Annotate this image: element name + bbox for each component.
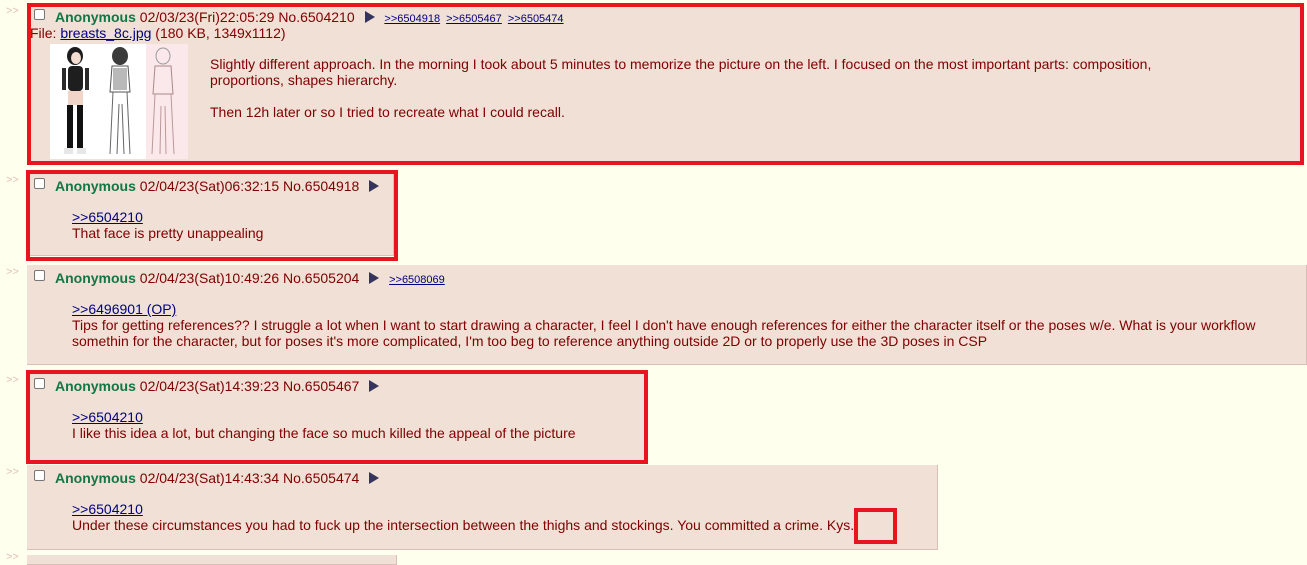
post-datetime: 02/04/23(Sat)14:39:23 <box>139 378 280 394</box>
post-checkbox[interactable] <box>34 378 45 389</box>
post-number[interactable]: No.6504918 <box>283 178 359 194</box>
side-arrows: >> <box>6 5 19 17</box>
message-text-kys: Kys. <box>826 517 855 533</box>
side-arrows: >> <box>6 174 19 186</box>
backlink[interactable]: >>6504918 <box>384 13 440 25</box>
backlink[interactable]: >>6508069 <box>389 274 445 286</box>
post-number[interactable]: No.6505474 <box>283 470 359 486</box>
post-6505474: Anonymous 02/04/23(Sat)14:43:34 No.65054… <box>27 465 938 550</box>
message-line: I like this idea a lot, but changing the… <box>72 425 576 441</box>
post-info: Anonymous 02/04/23(Sat)14:39:23 No.65054… <box>55 378 380 394</box>
message-text: Under these circumstances you had to fuc… <box>72 517 827 533</box>
post-menu-icon[interactable] <box>369 272 380 284</box>
message-line: Slightly different approach. In the morn… <box>210 56 1152 72</box>
post-info: Anonymous 02/04/23(Sat)14:43:34 No.65054… <box>55 470 380 486</box>
post-checkbox[interactable] <box>34 470 45 481</box>
post-number[interactable]: No.6505204 <box>283 270 359 286</box>
post-6505204: Anonymous 02/04/23(Sat)10:49:26 No.65052… <box>27 265 1307 365</box>
message-line: Then 12h later or so I tried to recreate… <box>210 104 565 120</box>
post-message: Slightly different approach. In the morn… <box>210 56 1151 120</box>
post-number[interactable]: No.6505467 <box>283 378 359 394</box>
poster-name: Anonymous <box>55 270 136 286</box>
post-datetime: 02/04/23(Sat)10:49:26 <box>139 270 280 286</box>
poster-name: Anonymous <box>55 9 136 25</box>
post-6504210: Anonymous 02/03/23(Fri)22:05:29 No.65042… <box>27 3 1303 164</box>
quote-link[interactable]: >>6504210 <box>72 501 143 517</box>
file-meta: (180 KB, 1349x1112) <box>151 25 286 41</box>
side-arrows: >> <box>6 266 19 278</box>
post-menu-icon[interactable] <box>369 180 380 192</box>
message-line: Tips for getting references?? I struggle… <box>72 317 1256 333</box>
backlink[interactable]: >>6505467 <box>446 13 502 25</box>
post-menu-icon[interactable] <box>369 472 380 484</box>
file-link[interactable]: breasts_8c.jpg <box>60 25 151 41</box>
post-message: >>6496901 (OP) Tips for getting referenc… <box>72 301 1255 349</box>
poster-name: Anonymous <box>55 378 136 394</box>
side-arrows: >> <box>6 551 19 563</box>
file-info: File: breasts_8c.jpg (180 KB, 1349x1112) <box>30 25 286 41</box>
backlinks: >>6508069 <box>389 272 448 288</box>
side-arrows: >> <box>6 374 19 386</box>
post-info: Anonymous 02/04/23(Sat)10:49:26 No.65052… <box>55 270 448 288</box>
post-6505467: Anonymous 02/04/23(Sat)14:39:23 No.65054… <box>27 373 645 461</box>
post-message: >>6504210 Under these circumstances you … <box>72 501 854 533</box>
message-line: proportions, shapes hierarchy. <box>210 72 398 88</box>
post-datetime: 02/04/23(Sat)14:43:34 <box>139 470 280 486</box>
backlink[interactable]: >>6505474 <box>508 13 564 25</box>
quote-link[interactable]: >>6504210 <box>72 209 143 225</box>
post-message: >>6504210 That face is pretty unappealin… <box>72 209 263 241</box>
backlinks: >>6504918 >>6505467 >>6505474 <box>384 11 566 27</box>
post-checkbox[interactable] <box>34 270 45 281</box>
post-checkbox[interactable] <box>34 178 45 189</box>
post-datetime: 02/03/23(Fri)22:05:29 <box>139 9 275 25</box>
post-checkbox[interactable] <box>34 9 45 20</box>
file-thumbnail[interactable] <box>50 44 188 159</box>
message-line: somethin for the character, but for pose… <box>72 333 988 349</box>
quote-link[interactable]: >>6504210 <box>72 409 143 425</box>
post-menu-icon[interactable] <box>364 11 375 23</box>
message-line: That face is pretty unappealing <box>72 225 264 241</box>
post-next-partial <box>27 555 397 565</box>
side-arrows: >> <box>6 466 19 478</box>
file-prefix: File: <box>30 25 61 41</box>
message-line: Under these circumstances you had to fuc… <box>72 517 854 533</box>
poster-name: Anonymous <box>55 470 136 486</box>
poster-name: Anonymous <box>55 178 136 194</box>
post-number[interactable]: No.6504210 <box>278 9 354 25</box>
post-menu-icon[interactable] <box>369 380 380 392</box>
post-6504918: Anonymous 02/04/23(Sat)06:32:15 No.65049… <box>27 173 394 256</box>
figure-drawing-thumbnail-icon <box>50 44 188 159</box>
post-message: >>6504210 I like this idea a lot, but ch… <box>72 409 576 441</box>
post-info: Anonymous 02/04/23(Sat)06:32:15 No.65049… <box>55 178 380 194</box>
quote-link[interactable]: >>6496901 (OP) <box>72 301 176 317</box>
post-datetime: 02/04/23(Sat)06:32:15 <box>139 178 280 194</box>
